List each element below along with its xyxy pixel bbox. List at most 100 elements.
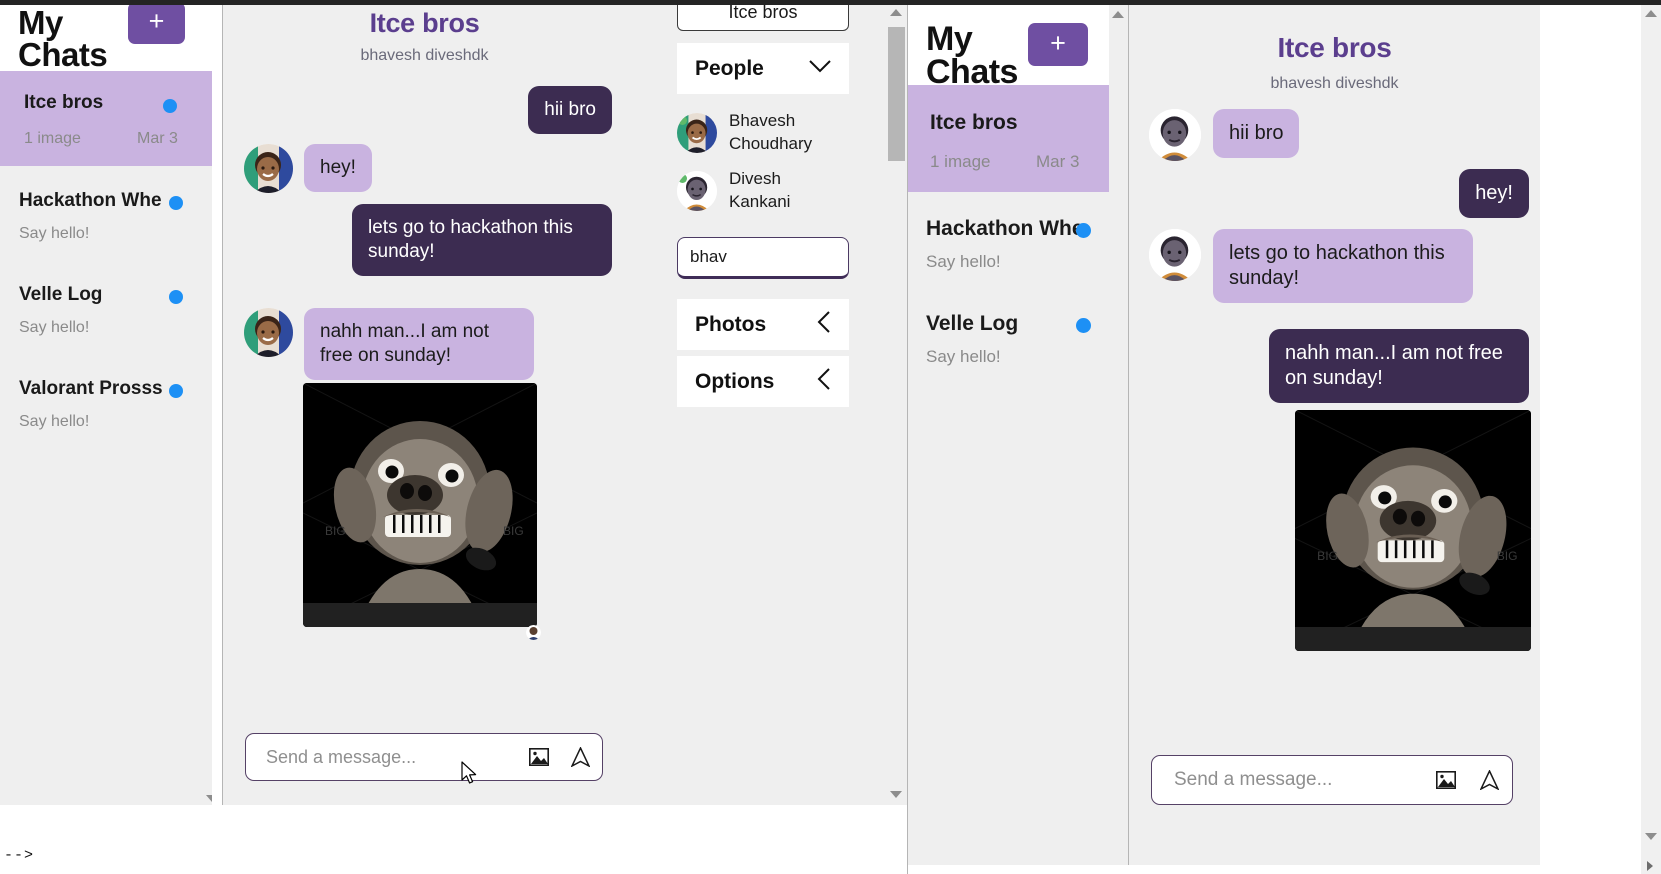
people-search-input[interactable]: bhav [677, 237, 849, 279]
image-bottom-bar [303, 603, 537, 627]
scroll-down-arrow[interactable] [1645, 833, 1657, 840]
avatar [677, 112, 717, 153]
avatar [244, 308, 293, 357]
message-row: hey! [244, 144, 372, 193]
message-bubble: hii bro [1213, 109, 1300, 158]
scroll-right-arrow[interactable] [1647, 861, 1653, 871]
avatar [1149, 229, 1201, 281]
sidebar-item-itce-bros-mirror[interactable]: Itce bros 1 image Mar 3 [908, 85, 1128, 192]
chat-item-preview: Say hello! [926, 252, 1001, 271]
message-bubble: lets go to hackathon this sunday! [1213, 229, 1473, 303]
scrollbar-thumb[interactable] [888, 27, 905, 161]
send-icon[interactable] [558, 738, 602, 776]
avatar [1149, 109, 1201, 161]
stray-html-comment-text: --> [4, 847, 35, 864]
message-row: hii bro [1149, 109, 1300, 161]
message-image-mirror[interactable]: BIG BIG [1295, 410, 1531, 651]
chat-item-preview: 1 image [24, 130, 81, 147]
sidebar-item-velle-log-mirror[interactable]: Velle Log Say hello! [908, 287, 1128, 382]
send-icon[interactable] [1466, 760, 1512, 800]
message-bubble: hey! [1459, 169, 1529, 218]
chat-item-name: Velle Log [19, 284, 103, 305]
sidebar-item-valorant-prosss[interactable]: Valorant Prosss Say hello! [0, 354, 212, 448]
message-row: hey! [1129, 169, 1540, 218]
sidebar-header: My Chats + [0, 5, 212, 71]
search-input-value[interactable]: bhav [690, 247, 727, 267]
message-bubble: hey! [304, 144, 372, 192]
window-top-strip [0, 0, 1661, 5]
message-composer[interactable]: Send a message... [245, 733, 603, 781]
read-receipt-avatar [526, 625, 541, 640]
mirror-vertical-scrollbar[interactable] [1109, 5, 1128, 865]
online-status-dot [678, 173, 687, 183]
new-chat-button[interactable]: + [128, 5, 185, 44]
chevron-left-icon [817, 311, 831, 338]
person-name: Bhavesh Choudhary [729, 111, 813, 153]
unread-dot [163, 99, 177, 113]
person-divesh-kankani[interactable]: Divesh Kankani [677, 168, 867, 214]
message-input-placeholder[interactable]: Send a message... [246, 747, 520, 768]
chat-item-name: Hackathon Whe [926, 217, 1084, 240]
sidebar-item-velle-log[interactable]: Velle Log Say hello! [0, 260, 212, 354]
person-bhavesh-choudhary[interactable]: Bhavesh Choudhary [677, 110, 867, 156]
accordion-label: Options [695, 369, 775, 393]
message-bubble: nahh man...I am not free on sunday! [304, 308, 534, 380]
scroll-up-arrow[interactable] [890, 9, 902, 16]
svg-text:BIG: BIG [1497, 549, 1518, 563]
page-title: My Chats [18, 5, 108, 74]
chat-subtitle: bhavesh diveshdk [360, 47, 489, 64]
person-name: Divesh Kankani [729, 169, 791, 211]
details-tab-itce-bros[interactable]: Itce bros [677, 5, 849, 31]
chevron-left-icon [817, 368, 831, 395]
chat-title: Itce bros [369, 8, 480, 38]
chat-list-sidebar: My Chats + Itce bros 1 image Mar 3 Hacka… [0, 5, 212, 805]
unread-dot [169, 196, 183, 210]
sidebar-header-mirror: My Chats + [908, 5, 1128, 89]
message-input-placeholder[interactable]: Send a message... [1152, 769, 1426, 791]
message-row: nahh man...I am not free on sunday! [244, 308, 534, 380]
message-image[interactable]: BIG BIG [303, 383, 537, 627]
scroll-up-arrow[interactable] [1112, 11, 1124, 18]
svg-text:BIG: BIG [1317, 549, 1338, 563]
chat-item-date: Mar 3 [137, 130, 178, 147]
sidebar-item-hackathon-whe-mirror[interactable]: Hackathon Whe Say hello! [908, 192, 1128, 287]
chat-subtitle-mirror: bhavesh diveshdk [1270, 75, 1399, 92]
accordion-options[interactable]: Options [677, 356, 849, 407]
window-vertical-scrollbar[interactable] [1641, 5, 1661, 874]
scroll-up-arrow[interactable] [1645, 10, 1657, 17]
accordion-label: Photos [695, 312, 767, 336]
sidebar-item-itce-bros[interactable]: Itce bros 1 image Mar 3 [0, 71, 212, 166]
accordion-photos[interactable]: Photos [677, 299, 849, 350]
message-composer-mirror[interactable]: Send a message... [1151, 755, 1513, 805]
svg-text:BIG: BIG [503, 524, 524, 538]
accordion-people[interactable]: People [677, 43, 849, 94]
sidebar-scroll-down-arrow[interactable] [206, 795, 212, 802]
sidebar-item-hackathon-whe[interactable]: Hackathon Whe Say hello! [0, 166, 212, 260]
chevron-down-icon [809, 59, 831, 78]
scroll-down-arrow[interactable] [890, 791, 902, 798]
image-icon[interactable] [520, 738, 558, 776]
avatar [244, 144, 293, 193]
unread-dot [169, 384, 183, 398]
details-panel: Itce bros People Bhavesh Choudhary Dives… [626, 5, 886, 805]
new-chat-button-mirror[interactable]: + [1028, 23, 1088, 66]
unread-dot [1076, 223, 1091, 238]
image-bottom-bar [1295, 627, 1531, 651]
chat-item-name: Hackathon Whe [19, 190, 162, 211]
unread-dot [1076, 318, 1091, 333]
chat-item-name: Itce bros [24, 92, 104, 113]
message-bubble: hii bro [528, 86, 612, 134]
unread-dot [169, 290, 183, 304]
message-row: lets go to hackathon this sunday! [1149, 229, 1473, 303]
inner-vertical-scrollbar[interactable] [886, 5, 907, 805]
avatar [677, 170, 717, 211]
chat-item-date: Mar 3 [1036, 152, 1080, 171]
accordion-label: People [695, 56, 764, 80]
chat-item-preview: Say hello! [19, 225, 90, 242]
chat-item-name: Valorant Prosss [19, 378, 163, 399]
svg-text:BIG: BIG [325, 524, 346, 538]
message-bubble: nahh man...I am not free on sunday! [1269, 329, 1529, 403]
online-status-dot [678, 115, 687, 125]
chat-item-preview: Say hello! [19, 413, 90, 430]
image-icon[interactable] [1426, 760, 1466, 800]
